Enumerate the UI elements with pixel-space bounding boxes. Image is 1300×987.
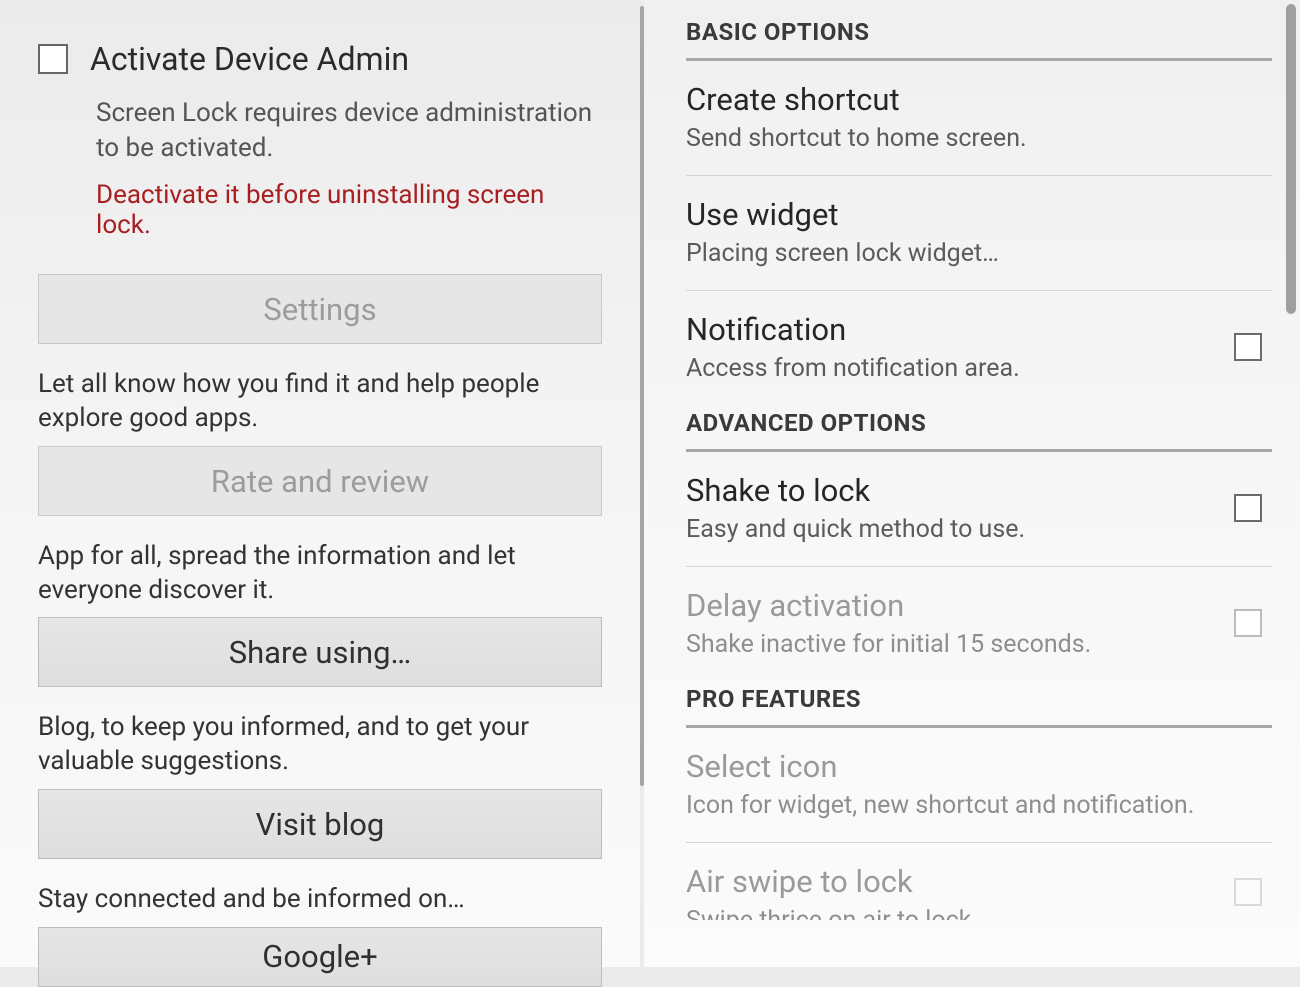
delay-activation-row[interactable]: Delay activation Shake inactive for init… (686, 567, 1272, 685)
select-icon-row[interactable]: Select icon Icon for widget, new shortcu… (686, 728, 1272, 843)
share-description: App for all, spread the information and … (38, 540, 602, 608)
share-using-button[interactable]: Share using… (38, 617, 602, 687)
googleplus-button[interactable]: Google+ (38, 927, 602, 987)
notification-sub: Access from notification area. (686, 354, 1234, 383)
rate-description: Let all know how you find it and help pe… (38, 368, 602, 436)
air-swipe-title: Air swipe to lock (686, 863, 1234, 900)
notification-title: Notification (686, 311, 1234, 348)
use-widget-row[interactable]: Use widget Placing screen lock widget… (686, 176, 1272, 291)
shake-lock-row[interactable]: Shake to lock Easy and quick method to u… (686, 452, 1272, 567)
activate-admin-warning: Deactivate it before uninstalling screen… (96, 180, 602, 240)
rate-review-button[interactable]: Rate and review (38, 446, 602, 516)
notification-checkbox[interactable] (1234, 333, 1262, 361)
section-pro-features: PRO FEATURES (686, 685, 1272, 728)
visit-blog-button[interactable]: Visit blog (38, 789, 602, 859)
activate-admin-row[interactable]: Activate Device Admin (38, 40, 602, 78)
shake-lock-title: Shake to lock (686, 472, 1234, 509)
create-shortcut-title: Create shortcut (686, 81, 1272, 118)
select-icon-sub: Icon for widget, new shortcut and notifi… (686, 791, 1272, 820)
select-icon-title: Select icon (686, 748, 1272, 785)
notification-row[interactable]: Notification Access from notification ar… (686, 291, 1272, 409)
air-swipe-sub: Swipe thrice on air to lock. (686, 906, 1234, 920)
shake-lock-checkbox[interactable] (1234, 494, 1262, 522)
settings-button[interactable]: Settings (38, 274, 602, 344)
delay-activation-sub: Shake inactive for initial 15 seconds. (686, 630, 1234, 659)
use-widget-title: Use widget (686, 196, 1272, 233)
delay-activation-title: Delay activation (686, 587, 1234, 624)
section-advanced-options: ADVANCED OPTIONS (686, 409, 1272, 452)
googleplus-description: Stay connected and be informed on… (38, 883, 602, 917)
use-widget-sub: Placing screen lock widget… (686, 239, 1272, 268)
air-swipe-checkbox[interactable] (1234, 878, 1262, 906)
shake-lock-sub: Easy and quick method to use. (686, 515, 1234, 544)
activate-admin-checkbox[interactable] (38, 44, 68, 74)
blog-description: Blog, to keep you informed, and to get y… (38, 711, 602, 779)
create-shortcut-row[interactable]: Create shortcut Send shortcut to home sc… (686, 61, 1272, 176)
activate-admin-description: Screen Lock requires device administrati… (96, 96, 602, 166)
activate-admin-label: Activate Device Admin (90, 40, 409, 78)
left-panel: Activate Device Admin Screen Lock requir… (0, 0, 640, 967)
create-shortcut-sub: Send shortcut to home screen. (686, 124, 1272, 153)
right-panel: BASIC OPTIONS Create shortcut Send short… (644, 0, 1300, 967)
scrollbar[interactable] (1286, 4, 1296, 314)
delay-activation-checkbox[interactable] (1234, 609, 1262, 637)
section-basic-options: BASIC OPTIONS (686, 18, 1272, 61)
air-swipe-row[interactable]: Air swipe to lock Swipe thrice on air to… (686, 843, 1272, 920)
